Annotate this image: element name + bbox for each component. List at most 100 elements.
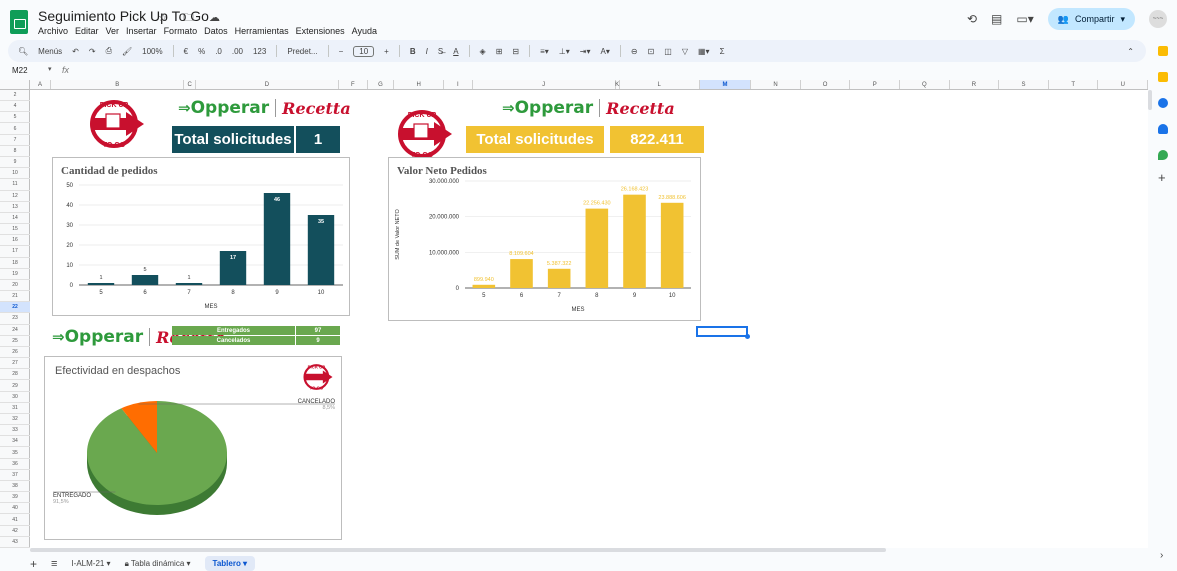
row-header[interactable]: 37 <box>0 470 30 481</box>
strikethrough-button[interactable]: S̶ <box>438 47 443 56</box>
column-header-s[interactable]: S <box>999 80 1049 89</box>
menu-formato[interactable]: Formato <box>164 26 198 36</box>
contacts-icon[interactable] <box>1158 124 1168 134</box>
name-box[interactable]: M22 <box>12 66 28 75</box>
menu-archivo[interactable]: Archivo <box>38 26 68 36</box>
meet-icon[interactable]: ▭▾ <box>1016 12 1033 26</box>
filter-views-icon[interactable]: ▦▾ <box>698 47 710 56</box>
row-header[interactable]: 16 <box>0 235 30 247</box>
redo-icon[interactable]: ↷ <box>89 47 96 56</box>
row-header[interactable]: 19 <box>0 269 30 280</box>
functions-button[interactable]: Σ <box>720 47 725 56</box>
collapse-toolbar-icon[interactable]: ⌃ <box>1127 47 1134 56</box>
row-header[interactable]: 15 <box>0 224 30 236</box>
row-header[interactable]: 12 <box>0 191 30 202</box>
chart-icon[interactable]: ◫ <box>664 47 672 56</box>
row-header[interactable]: 33 <box>0 425 30 437</box>
row-header[interactable]: 20 <box>0 280 30 292</box>
undo-icon[interactable]: ↶ <box>72 47 79 56</box>
row-header[interactable]: 9 <box>0 157 30 169</box>
maps-icon[interactable] <box>1158 150 1168 160</box>
column-header-c[interactable]: C <box>184 80 196 89</box>
select-all-corner[interactable] <box>0 80 30 90</box>
row-header[interactable]: 29 <box>0 380 30 392</box>
row-header[interactable]: 26 <box>0 347 30 359</box>
selected-cell[interactable] <box>696 326 748 337</box>
zoom-select[interactable]: 100% <box>142 47 162 56</box>
font-size-plus[interactable]: + <box>384 47 389 56</box>
keep-icon[interactable] <box>1158 72 1168 82</box>
column-header-o[interactable]: O <box>801 80 851 89</box>
column-header-m[interactable]: M <box>699 80 752 89</box>
decrease-decimal-button[interactable]: .0 <box>215 47 222 56</box>
row-header[interactable]: 10 <box>0 168 30 180</box>
share-button[interactable]: 👥 Compartir ▾ <box>1047 8 1135 30</box>
row-header[interactable]: 13 <box>0 202 30 213</box>
column-header-t[interactable]: T <box>1049 80 1099 89</box>
horizontal-scrollbar[interactable] <box>30 548 886 552</box>
row-header[interactable]: 40 <box>0 503 30 515</box>
font-size-minus[interactable]: − <box>339 47 344 56</box>
menu-herramientas[interactable]: Herramientas <box>235 26 289 36</box>
row-header[interactable]: 14 <box>0 213 30 225</box>
calendar-icon[interactable] <box>1158 46 1168 56</box>
rotate-icon[interactable]: A▾ <box>601 47 610 56</box>
row-header[interactable]: 32 <box>0 414 30 426</box>
add-sheet-button[interactable]: + <box>30 557 37 571</box>
align-icon[interactable]: ≡▾ <box>540 47 549 56</box>
merge-icon[interactable]: ⊟ <box>512 47 519 56</box>
chart-efectividad-despachos[interactable]: Efectividad en despachos PICK UP TO GO E… <box>44 356 342 540</box>
text-color-button[interactable]: A <box>453 47 458 56</box>
row-header[interactable]: 27 <box>0 358 30 370</box>
print-icon[interactable]: ⎙ <box>106 46 112 56</box>
row-header[interactable]: 39 <box>0 492 30 504</box>
sheet-canvas[interactable]: PICK UP TO GO ⇒Opperar Recetta Total sol… <box>30 90 1148 548</box>
formula-input[interactable] <box>78 64 1138 76</box>
row-header[interactable]: 43 <box>0 537 30 548</box>
comments-icon[interactable]: ▤ <box>991 12 1002 26</box>
percent-button[interactable]: % <box>198 47 205 56</box>
number-format-button[interactable]: 123 <box>253 47 266 56</box>
row-header[interactable]: 22 <box>0 302 30 314</box>
menu-extensiones[interactable]: Extensiones <box>296 26 345 36</box>
column-header-g[interactable]: G <box>368 80 395 89</box>
menu-insertar[interactable]: Insertar <box>126 26 157 36</box>
link-icon[interactable]: ⊖ <box>631 47 638 56</box>
wrap-icon[interactable]: ⇥▾ <box>580 47 591 56</box>
menu-datos[interactable]: Datos <box>204 26 228 36</box>
avatar[interactable]: ~~~ <box>1149 10 1167 28</box>
tab-tabla-dinamica[interactable]: 🔒︎ Tabla dinámica ▾ <box>125 559 191 569</box>
column-header-a[interactable]: A <box>30 80 52 89</box>
row-header[interactable]: 4 <box>0 101 30 113</box>
row-header[interactable]: 34 <box>0 436 30 448</box>
row-header[interactable]: 35 <box>0 447 30 459</box>
row-header[interactable]: 23 <box>0 313 30 325</box>
column-header-f[interactable]: F <box>339 80 368 89</box>
bold-button[interactable]: B <box>410 47 416 56</box>
history-icon[interactable]: ⟲ <box>967 12 977 26</box>
column-header-r[interactable]: R <box>950 80 1000 89</box>
increase-decimal-button[interactable]: .00 <box>232 47 243 56</box>
row-header[interactable]: 18 <box>0 258 30 269</box>
row-header[interactable]: 2 <box>0 90 30 102</box>
menu-search[interactable]: Menús <box>38 47 62 56</box>
column-header-n[interactable]: N <box>751 80 801 89</box>
valign-icon[interactable]: ⊥▾ <box>559 47 570 56</box>
paint-format-icon[interactable]: 🖌︎ <box>122 47 132 56</box>
menu-editar[interactable]: Editar <box>75 26 99 36</box>
row-header[interactable]: 24 <box>0 325 30 336</box>
tasks-icon[interactable] <box>1158 98 1168 108</box>
filter-icon[interactable]: ▽ <box>682 47 688 56</box>
row-header[interactable]: 21 <box>0 291 30 303</box>
column-header-b[interactable]: B <box>51 80 185 89</box>
row-header[interactable]: 28 <box>0 369 30 381</box>
column-header-d[interactable]: D <box>196 80 339 89</box>
column-header-i[interactable]: I <box>444 80 473 89</box>
row-header[interactable]: 30 <box>0 392 30 403</box>
currency-button[interactable]: € <box>184 47 188 56</box>
font-select[interactable]: Predet... <box>287 47 317 56</box>
row-header[interactable]: 11 <box>0 179 30 191</box>
row-header[interactable]: 42 <box>0 526 30 537</box>
row-header[interactable]: 17 <box>0 246 30 258</box>
chart-cantidad-pedidos[interactable]: Cantidad de pedidos 0 10 20 30 40 50 1 5 5 6 1 7 17 8… <box>52 157 350 316</box>
